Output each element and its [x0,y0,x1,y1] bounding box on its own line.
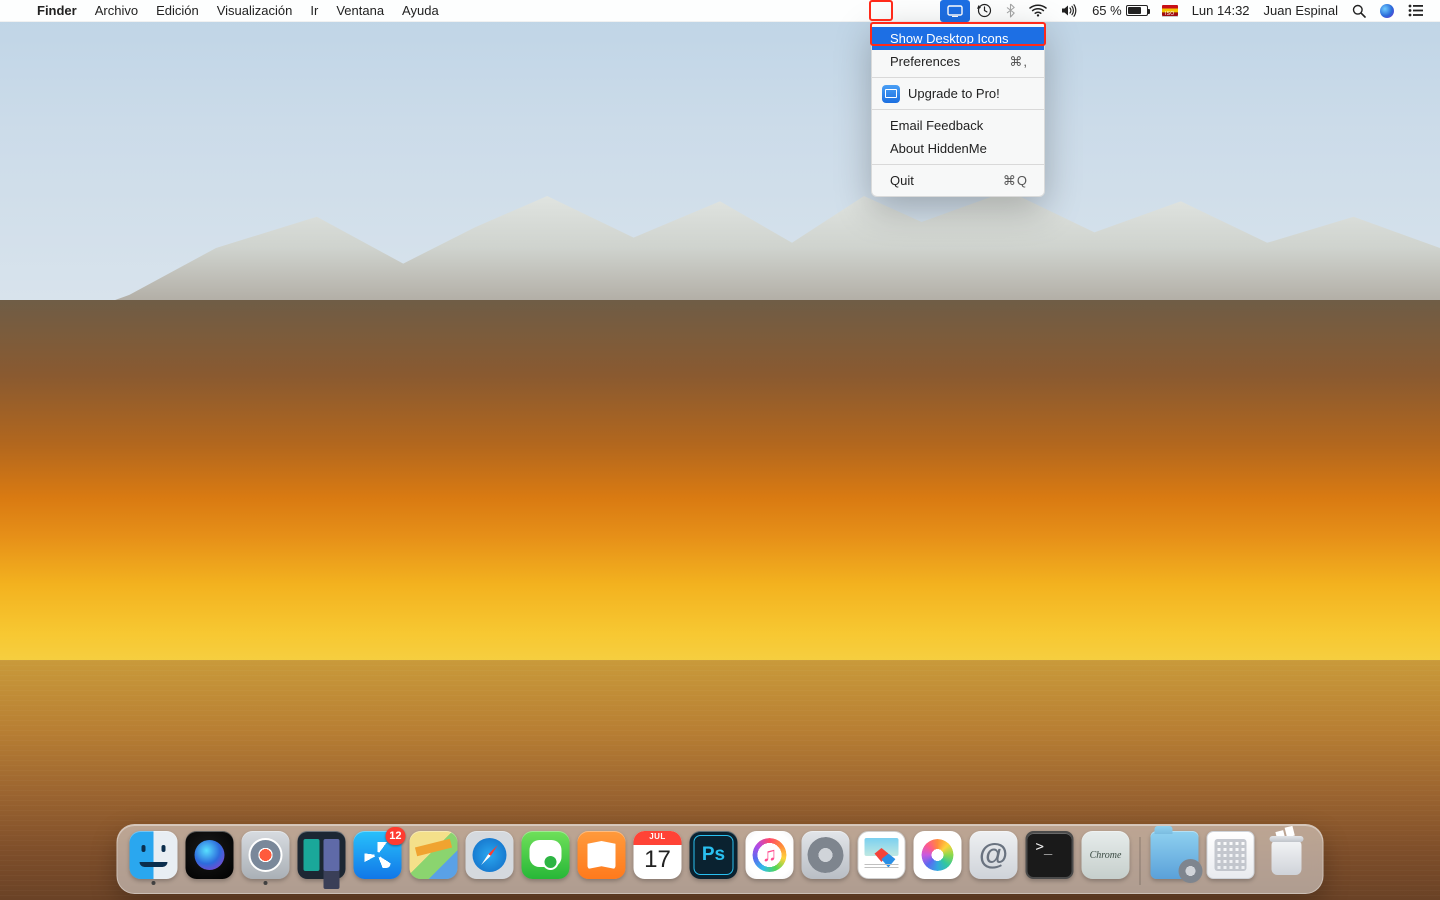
dock-safari[interactable] [466,831,514,885]
menu-edicion[interactable]: Edición [147,0,208,22]
menu-separator [872,164,1044,165]
dock-photos[interactable] [914,831,962,885]
notification-center-icon[interactable] [1401,0,1430,22]
calendar-icon: JUL 17 [634,831,682,879]
spotlight-icon[interactable] [1345,0,1373,22]
dock-guides[interactable] [858,831,906,885]
bluetooth-icon[interactable] [999,0,1022,22]
dock-separator [1140,837,1141,885]
itunes-icon [746,831,794,879]
menu-item-label: Show Desktop Icons [890,31,1009,46]
menu-archivo[interactable]: Archivo [86,0,147,22]
keyboard-icon [1207,831,1255,879]
siri-menubar-icon[interactable] [1373,0,1401,22]
dock-photoshop[interactable] [690,831,738,885]
upgrade-icon [882,85,900,103]
badge: 12 [385,827,405,845]
books-icon [578,831,626,879]
dock-terminal[interactable] [1026,831,1074,885]
battery-status[interactable]: 65 % [1085,0,1155,22]
dock-siri[interactable] [186,831,234,885]
dock-system-preferences[interactable] [802,831,850,885]
hiddenme-dropdown-menu: Show Desktop Icons Preferences ⌘, Upgrad… [871,22,1045,197]
clock[interactable]: Lun 14:32 [1185,0,1257,22]
menu-item-label: About HiddenMe [890,141,987,156]
messages-icon [522,831,570,879]
menu-item-label: Email Feedback [890,118,983,133]
menu-upgrade-pro[interactable]: Upgrade to Pro! [872,82,1044,105]
trash-icon [1263,831,1311,879]
dock-maps[interactable] [410,831,458,885]
menu-about[interactable]: About HiddenMe [872,137,1044,160]
menu-separator [872,109,1044,110]
menu-visualizacion[interactable]: Visualización [208,0,302,22]
system-preferences-icon [802,831,850,879]
finder-icon [130,831,178,879]
menu-item-label: Preferences [890,54,960,69]
siri-icon [186,831,234,879]
dock-itunes[interactable] [746,831,794,885]
menu-email-feedback[interactable]: Email Feedback [872,114,1044,137]
input-source-flag[interactable] [1155,0,1185,22]
at-icon [970,831,1018,879]
menu-ayuda[interactable]: Ayuda [393,0,448,22]
calendar-day: 17 [634,846,682,874]
dock-keyboard-viewer[interactable] [1207,831,1255,885]
volume-icon[interactable] [1054,0,1085,22]
calendar-month: JUL [634,832,682,841]
menu-quit[interactable]: Quit ⌘Q [872,169,1044,192]
hiddenme-menubar-icon[interactable] [940,0,970,22]
safari-icon [466,831,514,879]
flag-icon [1162,5,1178,16]
dock-app-store[interactable]: 12 [354,831,402,885]
menu-item-shortcut: ⌘Q [1003,173,1028,189]
chrome-icon [1082,831,1130,879]
menu-item-shortcut: ⌘, [1009,54,1028,70]
dock-trash[interactable] [1263,831,1311,885]
menu-preferences[interactable]: Preferences ⌘, [872,50,1044,73]
launchpad-icon [242,831,290,879]
photoshop-icon [690,831,738,879]
wifi-icon[interactable] [1022,0,1054,22]
menu-ir[interactable]: Ir [301,0,327,22]
siri-icon [1380,4,1394,18]
dock-finder[interactable] [130,831,178,885]
desktop-wallpaper [0,0,1440,900]
maps-icon [410,831,458,879]
app-store-icon: 12 [354,831,402,879]
dock-launchpad[interactable] [242,831,290,885]
dock-utilities-folder[interactable] [1151,831,1199,885]
app-menu[interactable]: Finder [28,0,86,22]
guides-icon [858,831,906,879]
dock-mail[interactable] [970,831,1018,885]
dock-chrome[interactable] [1082,831,1130,885]
photos-icon [914,831,962,879]
dock-calendar[interactable]: JUL 17 [634,831,682,885]
battery-icon [1126,5,1148,16]
dock-mission-control[interactable] [298,831,346,885]
menu-separator [872,77,1044,78]
dock: 12 JUL 17 [117,824,1324,894]
mission-control-icon [298,831,346,879]
apple-menu[interactable] [10,0,28,22]
time-machine-icon[interactable] [970,0,999,22]
dock-messages[interactable] [522,831,570,885]
folder-icon [1151,831,1199,879]
menu-bar: Finder Archivo Edición Visualización Ir … [0,0,1440,22]
menu-item-label: Quit [890,173,914,188]
menu-show-desktop-icons[interactable]: Show Desktop Icons [872,27,1044,50]
dock-books[interactable] [578,831,626,885]
menu-ventana[interactable]: Ventana [327,0,393,22]
menu-item-label: Upgrade to Pro! [908,86,1000,101]
user-menu[interactable]: Juan Espinal [1257,0,1345,22]
battery-percent-label: 65 % [1092,3,1122,18]
terminal-icon [1026,831,1074,879]
